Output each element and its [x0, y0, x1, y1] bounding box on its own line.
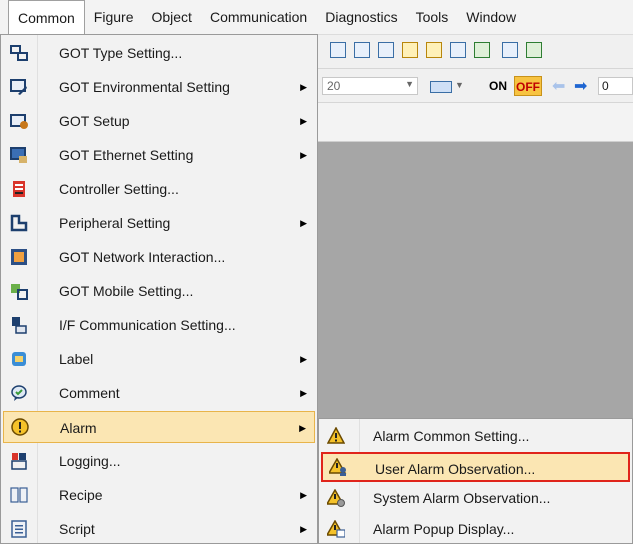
- warning-icon: [321, 421, 351, 451]
- menu-item-label: GOT Mobile Setting...: [59, 283, 194, 299]
- menu-item-got-type-setting[interactable]: GOT Type Setting...: [3, 37, 315, 69]
- submenu-arrow-icon: ▶: [300, 490, 307, 500]
- menu-item-comment[interactable]: Comment ▶: [3, 377, 315, 409]
- mobile-icon: [3, 275, 35, 307]
- menu-item-label: Recipe: [59, 487, 103, 503]
- common-menu: GOT Type Setting... GOT Environmental Se…: [0, 34, 318, 544]
- arrow-right-icon[interactable]: ➡: [574, 76, 587, 96]
- network-interaction-icon: [3, 241, 35, 273]
- got-type-icon: [3, 37, 35, 69]
- submenu-arrow-icon: ▶: [300, 354, 307, 364]
- menu-item-got-environmental-setting[interactable]: GOT Environmental Setting ▶: [3, 71, 315, 103]
- verify-icon[interactable]: [474, 42, 490, 58]
- label-icon: [3, 343, 35, 375]
- submenu-item-label: Alarm Common Setting...: [373, 428, 530, 444]
- menu-tools[interactable]: Tools: [407, 0, 458, 34]
- menu-item-logging[interactable]: Logging...: [3, 445, 315, 477]
- recipe-icon: [3, 479, 35, 511]
- arrow-left-icon[interactable]: ⬅: [552, 76, 565, 96]
- zoom-select[interactable]: 20 ▼: [322, 77, 418, 95]
- menu-item-got-ethernet-setting[interactable]: GOT Ethernet Setting ▶: [3, 139, 315, 171]
- got-environment-icon: [3, 71, 35, 103]
- on-button[interactable]: ON: [484, 76, 512, 96]
- read-icon[interactable]: [450, 42, 466, 58]
- menu-item-got-setup[interactable]: GOT Setup ▶: [3, 105, 315, 137]
- write-icon[interactable]: [402, 42, 418, 58]
- if-communication-icon: [3, 309, 35, 341]
- menu-item-label: GOT Setup: [59, 113, 130, 129]
- submenu-item-alarm-popup-display[interactable]: Alarm Popup Display...: [321, 514, 630, 544]
- menu-item-label: GOT Type Setting...: [59, 45, 183, 61]
- menu-item-label: GOT Network Interaction...: [59, 249, 226, 265]
- menu-item-label: Peripheral Setting: [59, 215, 171, 231]
- controller-icon: [3, 173, 35, 205]
- submenu-item-alarm-common-setting[interactable]: Alarm Common Setting...: [321, 421, 630, 451]
- submenu-arrow-icon: ▶: [300, 218, 307, 228]
- logging-icon: [3, 445, 35, 477]
- submenu-item-label: System Alarm Observation...: [373, 490, 551, 506]
- menu-item-controller-setting[interactable]: Controller Setting...: [3, 173, 315, 205]
- got-ethernet-icon: [3, 139, 35, 171]
- submenu-arrow-icon: ▶: [300, 116, 307, 126]
- menu-object[interactable]: Object: [142, 0, 200, 34]
- got-type-icon[interactable]: [502, 42, 518, 58]
- menu-item-alarm[interactable]: Alarm ▶: [3, 411, 315, 443]
- menu-window[interactable]: Window: [457, 0, 525, 34]
- alarm-submenu: Alarm Common Setting... User Alarm Obser…: [318, 418, 633, 544]
- chevron-down-icon: ▼: [405, 79, 414, 89]
- menu-item-label: I/F Communication Setting...: [59, 317, 236, 333]
- submenu-arrow-icon: ▶: [299, 423, 306, 433]
- menu-item-label: Controller Setting...: [59, 181, 179, 197]
- submenu-arrow-icon: ▶: [300, 82, 307, 92]
- menu-item-label: Comment: [59, 385, 120, 401]
- menu-item-label: Logging...: [59, 453, 121, 469]
- menu-item-label: GOT Ethernet Setting: [59, 147, 194, 163]
- comment-icon: [3, 377, 35, 409]
- data-transfer-icon[interactable]: [354, 42, 370, 58]
- menu-common[interactable]: Common: [8, 0, 85, 34]
- menu-item-script[interactable]: Script ▶: [3, 513, 315, 545]
- menu-item-if-communication-setting[interactable]: I/F Communication Setting...: [3, 309, 315, 341]
- submenu-item-system-alarm-observation[interactable]: System Alarm Observation...: [321, 483, 630, 513]
- menu-item-label: Alarm: [60, 420, 97, 436]
- submenu-item-user-alarm-observation[interactable]: User Alarm Observation...: [321, 452, 630, 482]
- menu-diagnostics[interactable]: Diagnostics: [316, 0, 406, 34]
- user-alarm-icon: [323, 452, 353, 482]
- chevron-down-icon: ▼: [455, 80, 464, 90]
- menu-bar: Common Figure Object Communication Diagn…: [0, 0, 633, 35]
- menu-item-label: GOT Environmental Setting: [59, 79, 230, 95]
- menu-item-got-mobile-setting[interactable]: GOT Mobile Setting...: [3, 275, 315, 307]
- submenu-arrow-icon: ▶: [300, 524, 307, 534]
- submenu-arrow-icon: ▶: [300, 150, 307, 160]
- color-swatch-icon: [430, 81, 452, 93]
- submenu-item-label: User Alarm Observation...: [375, 461, 536, 477]
- off-button[interactable]: OFF: [514, 76, 542, 96]
- submenu-arrow-icon: ▶: [300, 388, 307, 398]
- menu-item-got-network-interaction[interactable]: GOT Network Interaction...: [3, 241, 315, 273]
- menu-item-label: Label: [59, 351, 94, 367]
- data-write-icon[interactable]: [426, 42, 442, 58]
- data-icon[interactable]: [378, 42, 394, 58]
- book-icon[interactable]: [330, 42, 346, 58]
- peripheral-icon: [3, 207, 35, 239]
- numeric-input[interactable]: 0: [598, 77, 633, 95]
- submenu-item-label: Alarm Popup Display...: [373, 521, 515, 537]
- menu-item-label-setting[interactable]: Label ▶: [3, 343, 315, 375]
- menu-item-label: Script: [59, 521, 95, 537]
- zoom-value: 20: [327, 79, 341, 93]
- toolbar-row-3: [318, 103, 633, 142]
- system-alarm-icon: [321, 483, 351, 513]
- script-icon: [3, 513, 35, 545]
- got-setup-icon: [3, 105, 35, 137]
- got-connect-icon[interactable]: [526, 42, 542, 58]
- menu-figure[interactable]: Figure: [85, 0, 143, 34]
- menu-item-peripheral-setting[interactable]: Peripheral Setting ▶: [3, 207, 315, 239]
- alarm-icon: [4, 411, 36, 443]
- alarm-popup-icon: [321, 514, 351, 544]
- color-select[interactable]: ▼: [430, 77, 470, 95]
- menu-communication[interactable]: Communication: [201, 0, 316, 34]
- menu-item-recipe[interactable]: Recipe ▶: [3, 479, 315, 511]
